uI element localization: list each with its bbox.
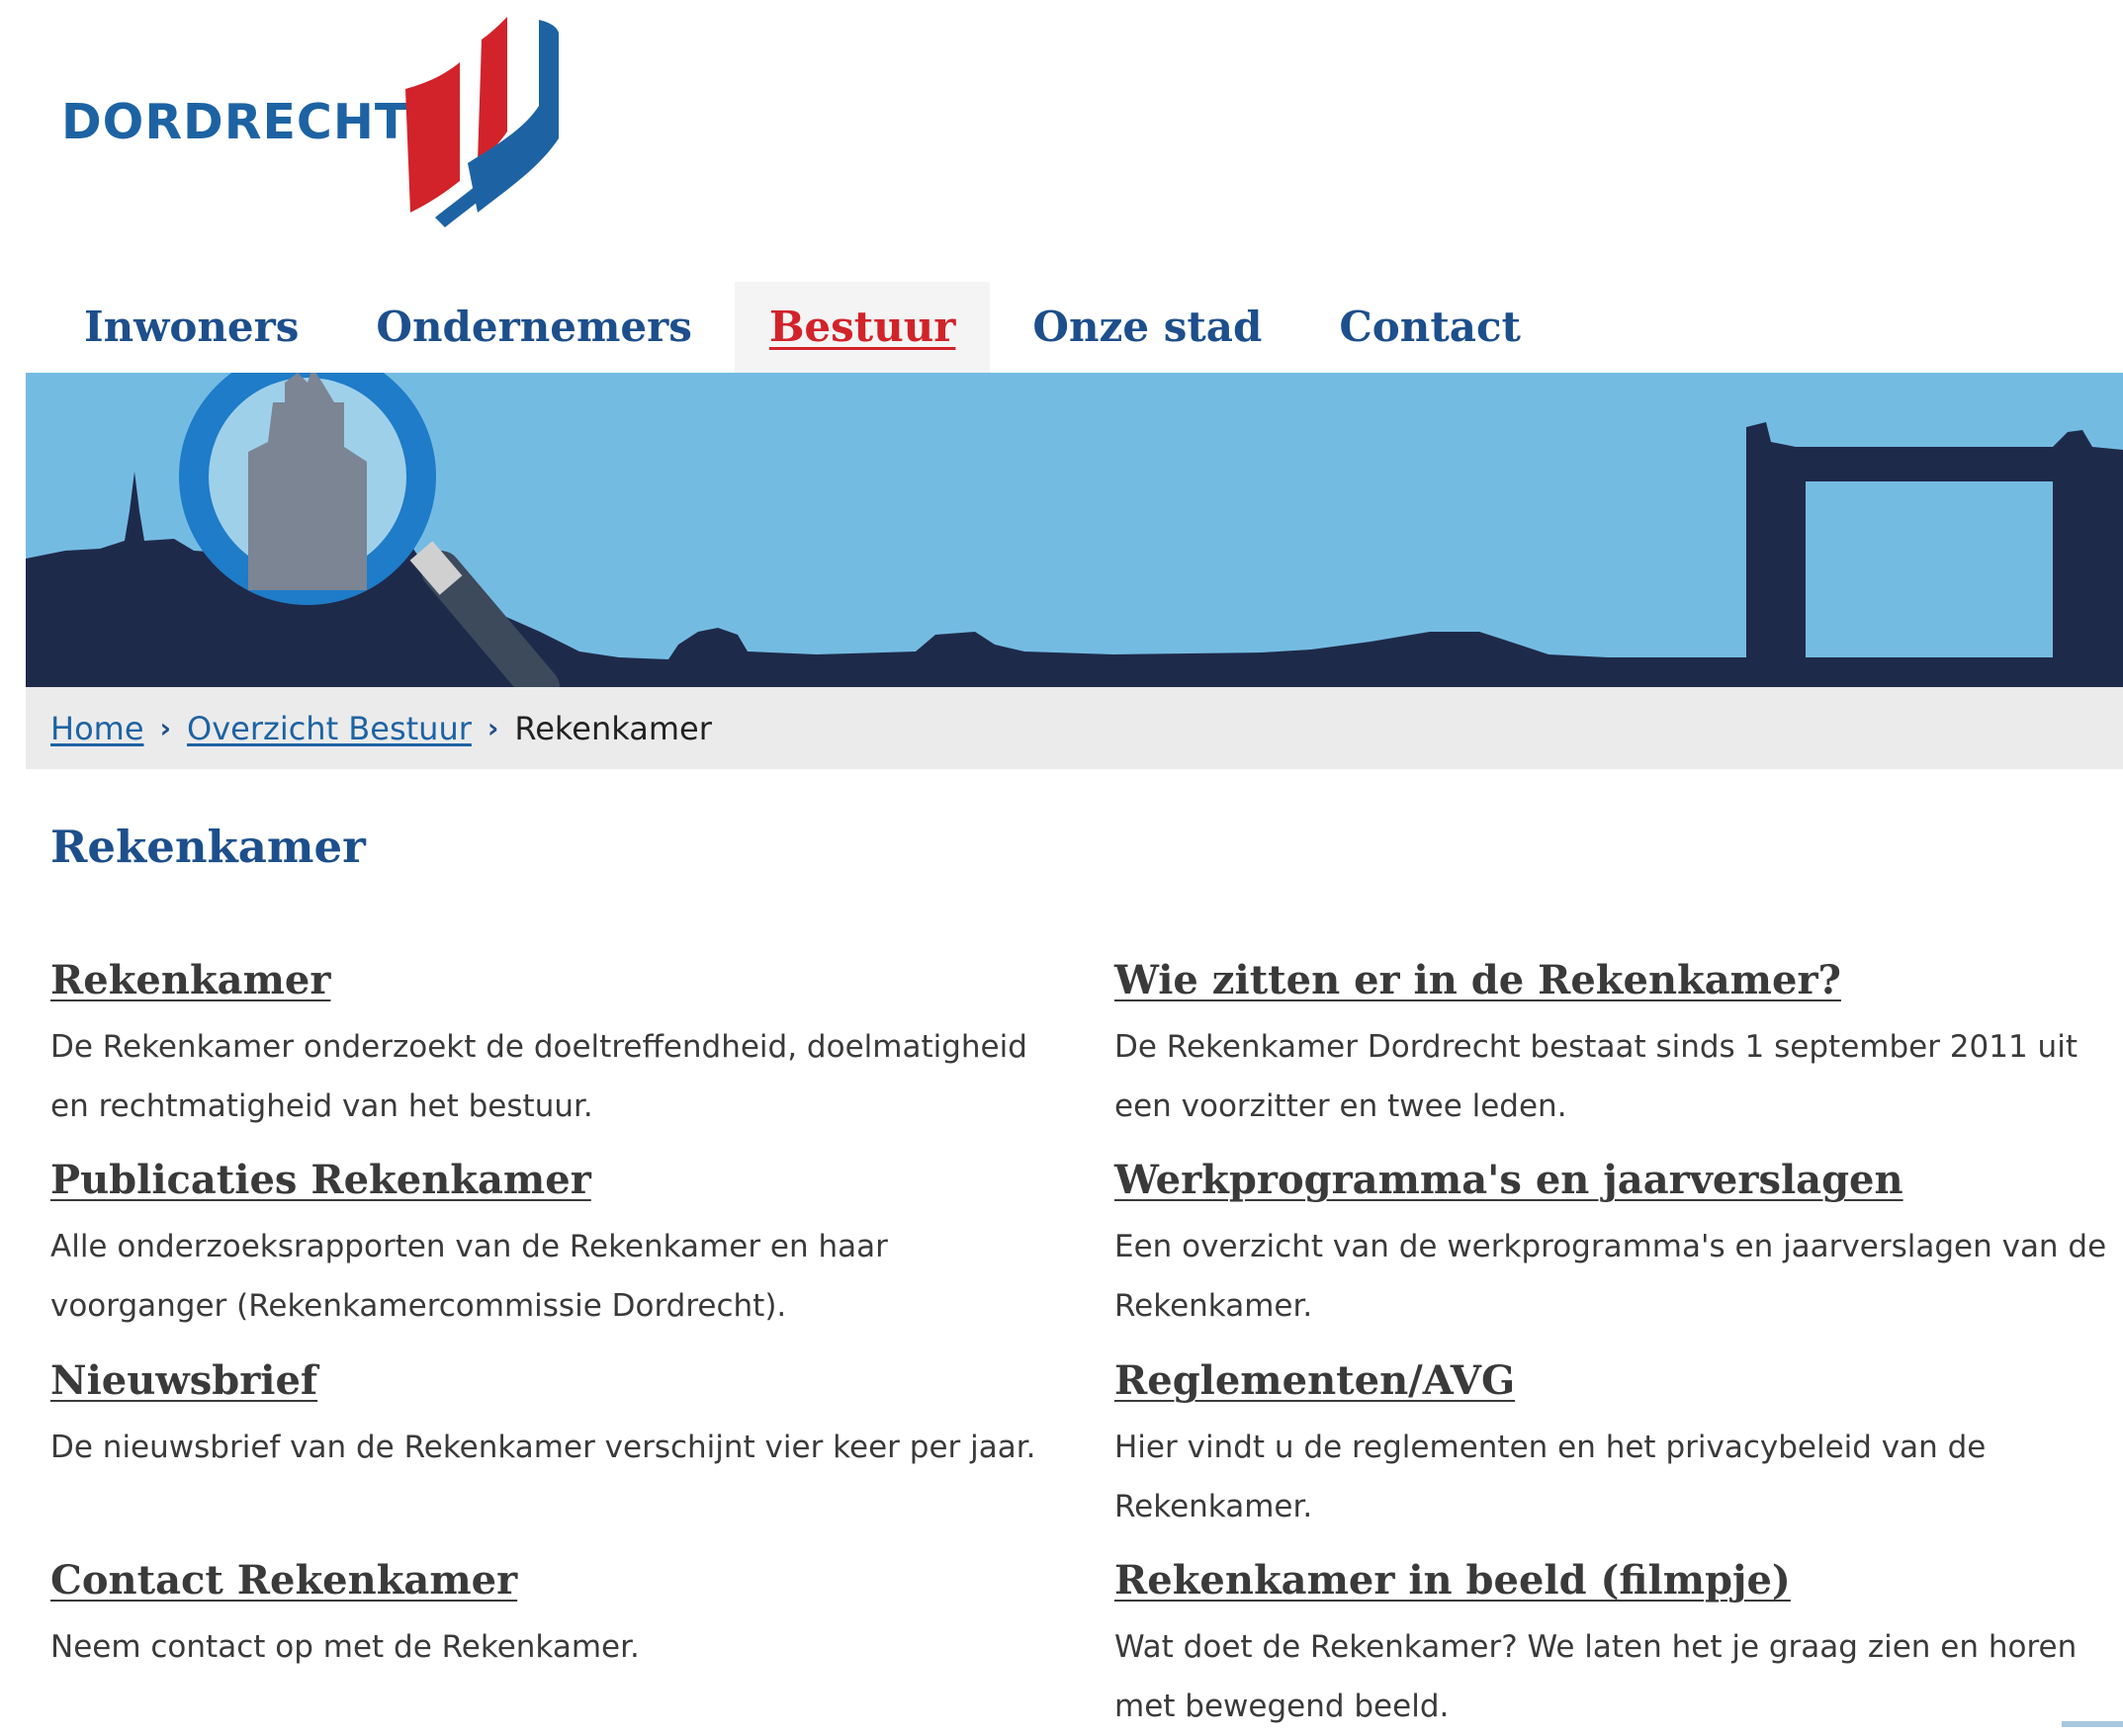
nav-item-ondernemers[interactable]: Ondernemers (341, 282, 727, 373)
site-logo[interactable]: DORDRECHT (59, 15, 574, 227)
link-description: De Rekenkamer Dordrecht bestaat sinds 1 … (1114, 1017, 2123, 1136)
description-line: De Rekenkamer onderzoekt de doeltreffend… (50, 1029, 1027, 1065)
description-line: Een overzicht van de werkprogramma's en … (1114, 1229, 2107, 1264)
nav-item-inwoners[interactable]: Inwoners (49, 282, 333, 373)
link-card-rekenkamer: Rekenkamer De Rekenkamer onderzoekt de d… (50, 957, 1118, 1136)
link-nieuwsbrief[interactable]: Nieuwsbrief (50, 1357, 317, 1404)
nav-item-onze-stad[interactable]: Onze stad (998, 282, 1296, 373)
link-card-contact: Contact Rekenkamer Neem contact op met d… (50, 1557, 1118, 1677)
page-title: Rekenkamer (50, 821, 366, 873)
link-card-reglementen: Reglementen/AVG Hier vindt u de reglemen… (1114, 1357, 2123, 1536)
link-rekenkamer[interactable]: Rekenkamer (50, 957, 330, 1003)
link-contact-rekenkamer[interactable]: Contact Rekenkamer (50, 1557, 517, 1604)
description-line: De Rekenkamer Dordrecht bestaat sinds 1 … (1114, 1029, 2078, 1065)
description-line: met bewegend beeld. (1114, 1689, 1450, 1724)
nav-item-bestuur[interactable]: Bestuur (734, 282, 991, 373)
breadcrumb-home-link[interactable]: Home (50, 710, 144, 747)
link-card-nieuwsbrief: Nieuwsbrief De nieuwsbrief van de Rekenk… (50, 1357, 1118, 1477)
breadcrumb-overview-link[interactable]: Overzicht Bestuur (187, 710, 472, 747)
hero-banner (26, 373, 2123, 687)
main-navigation: Inwoners Ondernemers Bestuur Onze stad C… (49, 282, 1563, 373)
description-line: voorganger (Rekenkamercommissie Dordrech… (50, 1288, 787, 1324)
link-card-in-beeld: Rekenkamer in beeld (filmpje) Wat doet d… (1114, 1557, 2123, 1736)
link-rekenkamer-in-beeld[interactable]: Rekenkamer in beeld (filmpje) (1114, 1557, 1791, 1604)
link-description: Een overzicht van de werkprogramma's en … (1114, 1217, 2123, 1336)
link-card-werkprogrammas: Werkprogramma's en jaarverslagen Een ove… (1114, 1157, 2123, 1336)
description-line: Alle onderzoeksrapporten van de Rekenkam… (50, 1229, 888, 1264)
description-line: De nieuwsbrief van de Rekenkamer verschi… (50, 1430, 1036, 1465)
skyline-illustration (26, 373, 2123, 687)
dordrecht-flag-icon (405, 17, 559, 227)
link-publicaties-rekenkamer[interactable]: Publicaties Rekenkamer (50, 1157, 591, 1203)
chevron-right-icon: › (159, 712, 172, 744)
link-reglementen-avg[interactable]: Reglementen/AVG (1114, 1357, 1515, 1404)
description-line: Neem contact op met de Rekenkamer. (50, 1629, 640, 1665)
description-line: en rechtmatigheid van het bestuur. (50, 1088, 593, 1124)
scroll-to-top-hint[interactable] (2062, 1721, 2123, 1727)
description-line: een voorzitter en twee leden. (1114, 1088, 1567, 1124)
description-line: Wat doet de Rekenkamer? We laten het je … (1114, 1629, 2078, 1665)
logo-text: DORDRECHT (61, 94, 409, 150)
link-description: De nieuwsbrief van de Rekenkamer verschi… (50, 1418, 1118, 1477)
description-line: Rekenkamer. (1114, 1489, 1313, 1524)
link-description: De Rekenkamer onderzoekt de doeltreffend… (50, 1017, 1118, 1136)
link-wie-zitten-er-in-de-rekenkamer[interactable]: Wie zitten er in de Rekenkamer? (1114, 957, 1841, 1003)
breadcrumb-current: Rekenkamer (514, 709, 712, 747)
link-description: Alle onderzoeksrapporten van de Rekenkam… (50, 1217, 1118, 1336)
link-description: Wat doet de Rekenkamer? We laten het je … (1114, 1617, 2123, 1736)
link-werkprogrammas-en-jaarverslagen[interactable]: Werkprogramma's en jaarverslagen (1114, 1157, 1903, 1203)
description-line: Rekenkamer. (1114, 1288, 1313, 1324)
nav-item-contact[interactable]: Contact (1304, 282, 1555, 373)
link-description: Neem contact op met de Rekenkamer. (50, 1617, 1118, 1677)
breadcrumb: Home › Overzicht Bestuur › Rekenkamer (26, 687, 2123, 769)
link-card-wie-zitten: Wie zitten er in de Rekenkamer? De Reken… (1114, 957, 2123, 1136)
link-card-publicaties: Publicaties Rekenkamer Alle onderzoeksra… (50, 1157, 1118, 1336)
description-line: Hier vindt u de reglementen en het priva… (1114, 1430, 1987, 1465)
chevron-right-icon: › (487, 712, 499, 744)
link-description: Hier vindt u de reglementen en het priva… (1114, 1418, 2123, 1536)
